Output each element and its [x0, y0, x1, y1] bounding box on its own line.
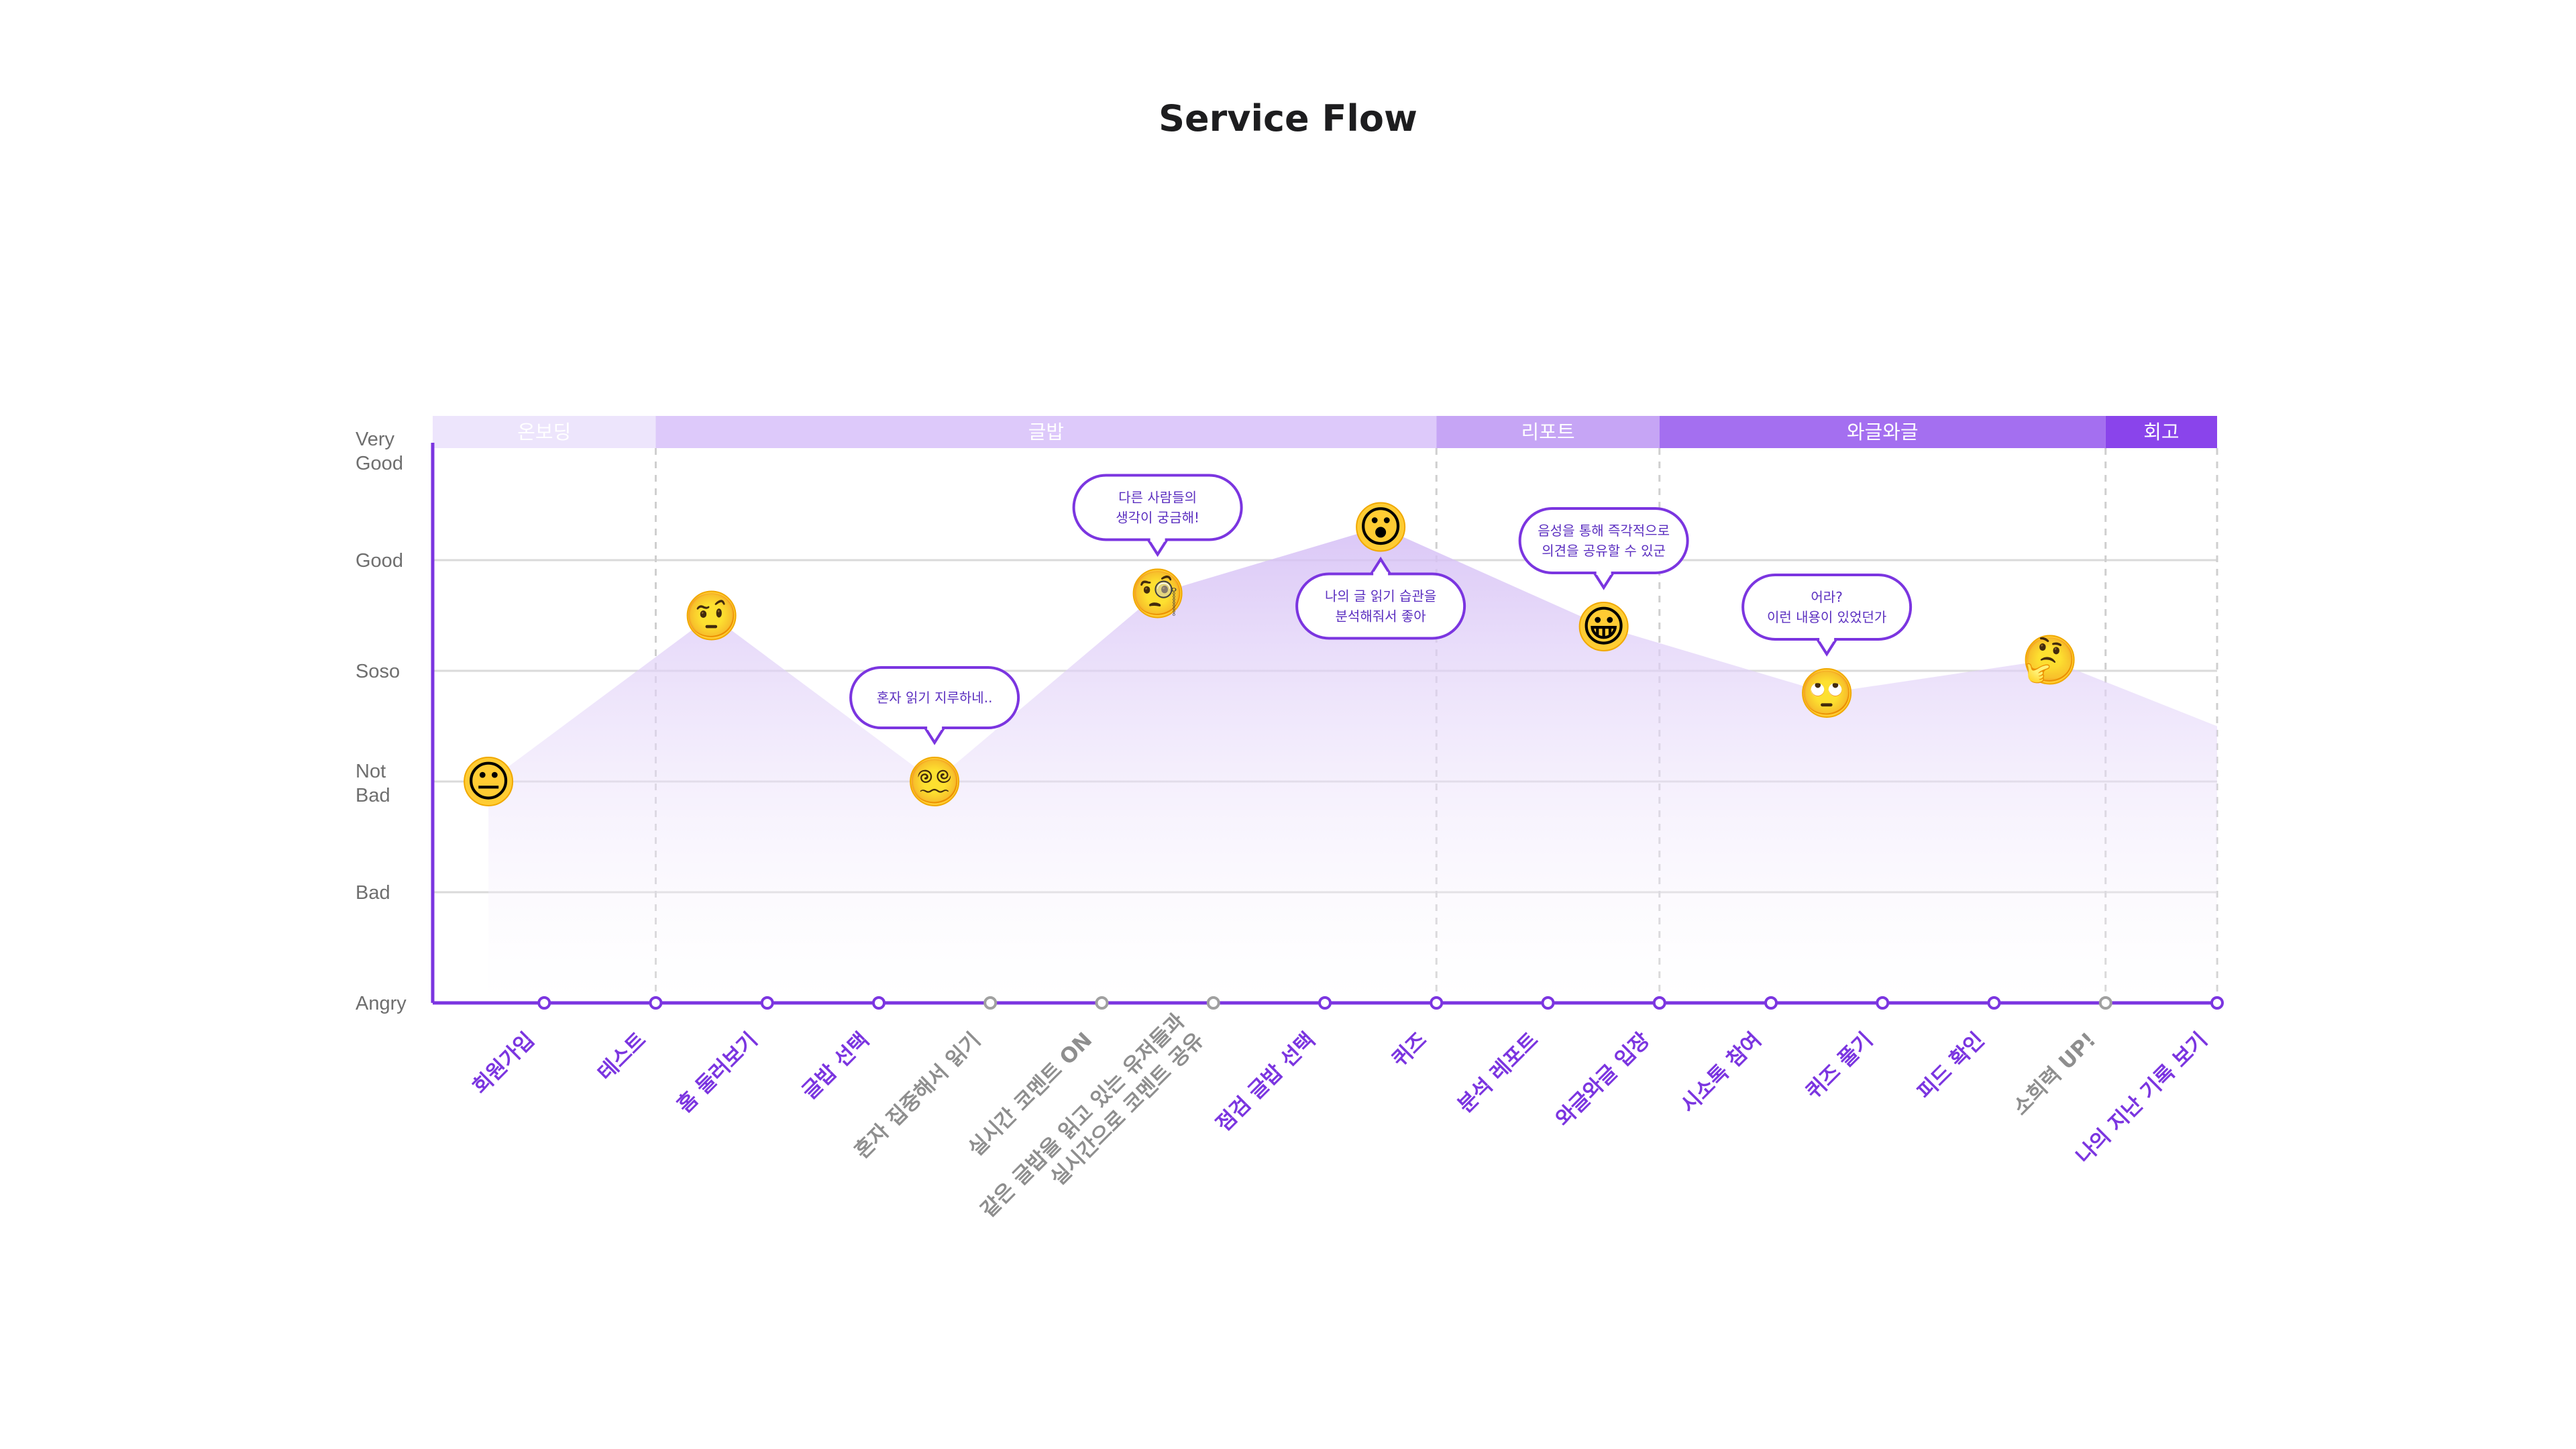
speech-bubble-text: 음성을 통해 즉각적으로: [1538, 523, 1670, 539]
thinking-face-icon: 🤔: [2023, 636, 2077, 686]
step-marker: [2098, 996, 2112, 1010]
speech-bubble-text: 혼자 읽기 지루하네..: [877, 690, 993, 706]
step-label-group: 글밥 선택: [798, 1028, 874, 1104]
step-label: 피드 확인: [1913, 1028, 1989, 1104]
phase-label: 온보딩: [517, 421, 571, 443]
y-level-label: Soso: [356, 661, 400, 682]
step-marker: [1541, 996, 1555, 1010]
speech-bubble-text: 다른 사람들의: [1118, 490, 1197, 506]
speech-bubble-text: 어라?: [1811, 589, 1842, 605]
surprised-face-icon: 😮: [1358, 503, 1403, 553]
phase-label: 리포트: [1521, 421, 1574, 443]
step-label-group: 실시간 코멘트 ON: [964, 1028, 1097, 1161]
step-marker: [760, 996, 774, 1010]
speech-bubble: [1518, 507, 1689, 574]
speech-bubble-text: 의견을 공유할 수 있군: [1542, 543, 1666, 559]
step-marker: [1318, 996, 1332, 1010]
page-title: Service Flow: [1159, 97, 1417, 140]
step-labels: 회원가입 테스트 홈 둘러보기 글밥 선택혼자 집중해서 읽기실시간 코멘트 ON같은…: [468, 1009, 2212, 1222]
step-marker: [1987, 996, 2001, 1010]
speech-bubble-text: 나의 글 읽기 습관을: [1325, 588, 1436, 604]
service-flow-diagram: Service Flow 온보딩 글밥 리포트 와글와글 회고 Very Good Good…: [356, 97, 2224, 1222]
step-marker: [1430, 996, 1444, 1010]
step-marker: [1652, 996, 1666, 1010]
step-marker: [983, 996, 998, 1010]
step-label: 분석 레포트: [1453, 1028, 1543, 1118]
step-label: 시소톡 참여: [1676, 1028, 1766, 1118]
monocle-face-icon: 🧐: [1131, 570, 1185, 619]
y-level-label: Not: [356, 761, 386, 782]
step-marker: [649, 996, 663, 1010]
step-marker: [1764, 996, 1778, 1010]
step-label-group: 테스트: [593, 1028, 651, 1085]
neutral-face-icon: 😐: [466, 757, 511, 807]
speech-bubble-tail: [1591, 572, 1616, 590]
step-label: 글밥 선택: [798, 1028, 874, 1104]
speech-bubble-text: 이런 내용이 있었던가: [1767, 609, 1886, 625]
step-label: 소희력 UP!: [2008, 1028, 2100, 1120]
speech-bubble: [1741, 574, 1913, 641]
phase-header-bar: 온보딩 글밥 리포트 와글와글 회고: [433, 416, 2217, 448]
speech-bubble-tail: [922, 727, 947, 745]
speech-bubble-tail: [1815, 638, 1839, 657]
grinning-face-icon: 😀: [1581, 602, 1626, 652]
eye-roll-face-icon: 🙄: [1800, 669, 1854, 718]
raised-eyebrow-face-icon: 🤨: [685, 592, 739, 641]
speech-bubble: [1072, 474, 1243, 541]
y-level-label: Very: [356, 429, 395, 450]
step-marker: [1876, 996, 1890, 1010]
speech-bubble-tail: [1145, 538, 1170, 557]
step-label-group: 퀴즈 풀기: [1801, 1028, 1878, 1104]
step-label-group: 시소톡 참여: [1676, 1028, 1766, 1118]
step-marker: [1095, 996, 1109, 1010]
step-marker: [1206, 996, 1220, 1010]
step-marker: [537, 996, 551, 1010]
step-label: 와글와글 입장: [1551, 1028, 1654, 1131]
y-level-label: Good: [356, 453, 403, 474]
step-label-group: 홈 둘러보기: [673, 1028, 763, 1118]
y-level-label: Angry: [356, 993, 407, 1014]
y-level-label: Good: [356, 550, 403, 572]
y-level-label: Bad: [356, 785, 390, 806]
step-label-group: 피드 확인: [1913, 1028, 1989, 1104]
step-marker: [872, 996, 885, 1010]
step-label-group: 분석 레포트: [1453, 1028, 1543, 1118]
step-label: 테스트: [593, 1028, 651, 1085]
step-label: 퀴즈: [1387, 1028, 1432, 1072]
step-label: 실시간 코멘트 ON: [964, 1028, 1097, 1161]
dizzy-face-icon: 😵‍💫: [908, 757, 961, 807]
step-label: 점검 글밥 선택: [1212, 1028, 1320, 1136]
step-label-group: 소희력 UP!: [2008, 1028, 2100, 1120]
step-label-group: 점검 글밥 선택: [1212, 1028, 1320, 1136]
step-label: 퀴즈 풀기: [1801, 1028, 1878, 1104]
step-label: 회원가입: [468, 1028, 539, 1099]
speech-bubble-text: 생각이 궁금해!: [1116, 510, 1199, 526]
speech-bubble: [1295, 572, 1466, 640]
speech-bubble-text: 분석해줘서 좋아: [1336, 608, 1426, 625]
phase-label: 회고: [2143, 421, 2179, 443]
phase-label: 글밥: [1028, 421, 1064, 443]
phase-label: 와글와글: [1847, 421, 1919, 443]
step-label-group: 와글와글 입장: [1551, 1028, 1654, 1131]
step-label: 홈 둘러보기: [673, 1028, 763, 1118]
y-level-label: Bad: [356, 882, 390, 904]
step-label-group: 퀴즈: [1387, 1028, 1432, 1072]
step-label-group: 회원가입: [468, 1028, 539, 1099]
step-marker: [2210, 996, 2224, 1010]
